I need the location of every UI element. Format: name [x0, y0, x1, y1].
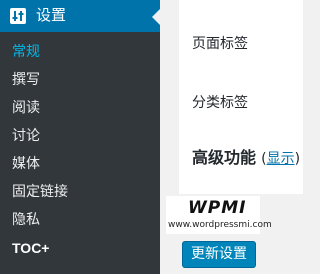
advanced-title: 高级功能: [192, 148, 257, 167]
current-menu-arrow-icon: [152, 9, 160, 25]
advanced-section-heading: 高级功能 (显示): [192, 148, 300, 168]
watermark-url: www.wordpressmi.com: [168, 220, 272, 230]
watermark-logo: WPMI www.wordpressmi.com: [166, 196, 272, 234]
submenu-item-reading[interactable]: 阅读: [12, 99, 40, 117]
submenu-item-privacy[interactable]: 隐私: [12, 211, 40, 229]
save-settings-button[interactable]: 更新设置: [182, 241, 256, 268]
submenu-item-media[interactable]: 媒体: [12, 155, 40, 173]
advanced-show-link[interactable]: 显示: [267, 151, 295, 167]
page-tag-label: 页面标签: [192, 36, 248, 52]
paren-close: ): [294, 151, 301, 167]
watermark-logo-text: WPMI: [188, 198, 247, 218]
settings-sliders-icon: [10, 8, 26, 24]
settings-submenu: 常规 撰写 阅读 讨论 媒体 固定链接 隐私 TOC+: [0, 32, 160, 274]
admin-sidebar: 设置 常规 撰写 阅读 讨论 媒体 固定链接 隐私 TOC+: [0, 0, 160, 274]
submenu-item-permalinks[interactable]: 固定链接: [12, 183, 68, 201]
submenu-item-general[interactable]: 常规: [12, 43, 40, 61]
settings-menu-header[interactable]: 设置: [0, 0, 160, 32]
settings-menu-label: 设置: [36, 6, 67, 24]
submenu-item-writing[interactable]: 撰写: [12, 71, 40, 89]
submenu-item-discussion[interactable]: 讨论: [12, 127, 40, 145]
category-tag-label: 分类标签: [192, 95, 248, 111]
submenu-item-toc-plus[interactable]: TOC+: [12, 239, 49, 257]
